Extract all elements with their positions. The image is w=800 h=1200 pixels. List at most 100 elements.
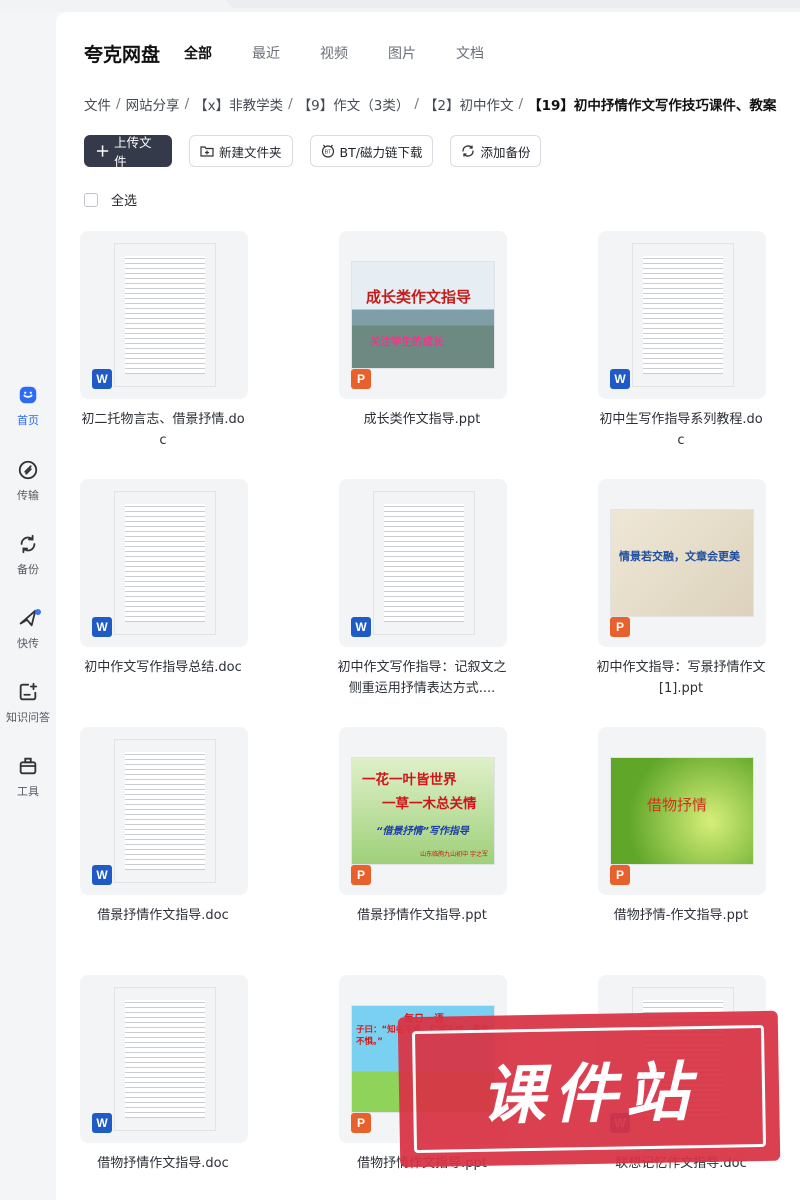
file-name[interactable]: 借物抒情-作文指导.ppt — [596, 905, 766, 926]
file-thumbnail[interactable]: W — [339, 479, 507, 647]
tab-recent[interactable]: 最近 — [252, 43, 280, 63]
file-card[interactable]: 情景若交融，文章会更美 P 初中作文指导：写景抒情作文[1].ppt — [596, 479, 766, 699]
bt-magnet-download-button[interactable]: BT BT/磁力链下载 — [309, 135, 434, 167]
svg-text:BT: BT — [324, 150, 330, 156]
knowledge-qa-icon — [19, 682, 38, 701]
file-card[interactable]: W 初中生写作指导系列教程.doc — [598, 231, 766, 451]
file-name[interactable]: 借物抒情作文指导.doc — [78, 1153, 248, 1174]
file-thumbnail[interactable]: W — [598, 231, 766, 399]
select-all-checkbox[interactable] — [84, 192, 98, 207]
breadcrumb-item[interactable]: 【9】作文（3类） — [298, 94, 410, 114]
sidebar-item-knowledge-qa[interactable]: 知识问答 — [0, 681, 56, 741]
file-card[interactable]: W 初二托物言志、借景抒情.doc — [80, 231, 248, 451]
file-name[interactable]: 初中作文指导：写景抒情作文[1].ppt — [596, 657, 766, 699]
ppt-file-icon: P — [351, 865, 371, 885]
file-name[interactable]: 成长类作文指导.ppt — [337, 409, 507, 430]
file-thumbnail[interactable]: 借物抒情 P — [598, 727, 766, 895]
file-thumbnail[interactable]: W — [80, 727, 248, 895]
file-card[interactable]: W 借物抒情作文指导.doc — [80, 975, 248, 1174]
sidebar-item-tools[interactable]: 工具 — [0, 755, 56, 815]
document-preview — [114, 987, 216, 1131]
file-thumbnail[interactable]: 一花一叶皆世界 一草一木总关情 “借景抒情”写作指导 山东临朐九山初中 宇之军 … — [339, 727, 507, 895]
slide-subtitle: “借景抒情”写作指导 — [376, 826, 469, 837]
tab-all[interactable]: 全部 — [184, 43, 212, 63]
file-name[interactable]: 初中作文写作指导总结.doc — [78, 657, 248, 678]
file-name[interactable]: 初中生写作指导系列教程.doc — [596, 409, 766, 451]
slide-line: 一花一叶皆世界 — [362, 772, 457, 788]
sidebar-item-quick-send[interactable]: 快传 — [0, 607, 56, 667]
ppt-file-icon: P — [351, 369, 371, 389]
new-folder-label: 新建文件夹 — [219, 144, 282, 160]
select-all[interactable]: 全选 — [84, 190, 137, 209]
sidebar-item-transfer[interactable]: 传输 — [0, 459, 56, 519]
word-file-icon: W — [92, 617, 112, 637]
file-card[interactable]: W 借景抒情作文指导.doc — [80, 727, 248, 926]
file-name[interactable]: 初中作文写作指导：记叙文之侧重运用抒情表达方式.... — [337, 657, 507, 699]
tab-document[interactable]: 文档 — [456, 43, 484, 63]
slide-preview: 一花一叶皆世界 一草一木总关情 “借景抒情”写作指导 山东临朐九山初中 宇之军 — [351, 757, 495, 865]
category-tabs: 全部 最近 视频 图片 文档 — [184, 43, 524, 63]
breadcrumb-separator: / — [518, 96, 524, 112]
bt-icon: BT — [321, 144, 334, 158]
breadcrumb: 文件 / 网站分享 / 【x】非教学类 / 【9】作文（3类） / 【2】初中作… — [84, 94, 776, 114]
document-preview — [632, 243, 734, 387]
sidebar-item-home[interactable]: 首页 — [0, 384, 56, 444]
word-file-icon: W — [351, 617, 371, 637]
tab-image[interactable]: 图片 — [388, 43, 416, 63]
breadcrumb-separator: / — [414, 96, 419, 112]
tab-video[interactable]: 视频 — [320, 43, 348, 63]
file-card[interactable]: W 初中作文写作指导：记叙文之侧重运用抒情表达方式.... — [337, 479, 507, 699]
breadcrumb-item[interactable]: 【x】非教学类 — [194, 94, 283, 114]
sync-icon — [462, 145, 475, 157]
document-preview — [114, 491, 216, 635]
window-top-bar — [0, 0, 800, 12]
slide-footer: 山东临朐九山初中 宇之军 — [420, 851, 488, 858]
file-thumbnail[interactable]: W — [80, 479, 248, 647]
file-thumbnail[interactable]: 成长类作文指导 关注学生的成长 P — [339, 231, 507, 399]
word-file-icon: W — [610, 369, 630, 389]
document-preview — [114, 243, 216, 387]
breadcrumb-separator: / — [116, 96, 121, 112]
bt-magnet-download-label: BT/磁力链下载 — [339, 144, 423, 160]
sidebar-item-label: 快传 — [17, 637, 39, 650]
breadcrumb-item[interactable]: 文件 — [84, 94, 111, 114]
global-search-bar[interactable] — [226, 0, 800, 8]
file-card[interactable]: 借物抒情 P 借物抒情-作文指导.ppt — [598, 727, 766, 926]
sidebar-item-label: 首页 — [17, 414, 39, 427]
slide-subtitle: 关注学生的成长 — [370, 336, 444, 348]
brand-logo-text: 夸克网盘 — [84, 44, 161, 66]
file-name[interactable]: 初二托物言志、借景抒情.doc — [78, 409, 248, 451]
breadcrumb-separator: / — [184, 96, 190, 112]
watermark-frame: 课件站 — [411, 1024, 767, 1154]
document-preview — [114, 739, 216, 883]
slide-title: 借物抒情 — [647, 796, 708, 814]
file-card[interactable]: 成长类作文指导 关注学生的成长 P 成长类作文指导.ppt — [339, 231, 507, 430]
sidebar: 首页 传输 备份 快传 知识问答 工具 — [0, 12, 56, 1200]
upload-file-button[interactable]: 上传文件 — [84, 135, 172, 169]
file-thumbnail[interactable]: W — [80, 975, 248, 1143]
sidebar-item-label: 传输 — [17, 489, 39, 502]
ppt-file-icon: P — [610, 865, 630, 885]
file-name[interactable]: 借景抒情作文指导.doc — [78, 905, 248, 926]
slide-preview: 成长类作文指导 关注学生的成长 — [351, 261, 495, 369]
file-thumbnail[interactable]: 情景若交融，文章会更美 P — [598, 479, 766, 647]
watermark-stamp: 课件站 — [397, 1010, 781, 1168]
sidebar-item-backup[interactable]: 备份 — [0, 533, 56, 593]
add-backup-label: 添加备份 — [480, 144, 531, 160]
notification-dot — [35, 609, 41, 615]
breadcrumb-current: 【19】初中抒情作文写作技巧课件、教案 — [528, 98, 777, 114]
sidebar-item-label: 工具 — [17, 785, 39, 798]
breadcrumb-item[interactable]: 【2】初中作文 — [424, 94, 514, 114]
file-card[interactable]: W 初中作文写作指导总结.doc — [80, 479, 248, 678]
add-backup-button[interactable]: 添加备份 — [450, 135, 542, 167]
new-folder-button[interactable]: 新建文件夹 — [189, 135, 293, 167]
tools-icon — [19, 757, 37, 775]
sidebar-item-label: 备份 — [17, 563, 39, 576]
select-all-label: 全选 — [111, 194, 138, 209]
file-name[interactable]: 借景抒情作文指导.ppt — [337, 905, 507, 926]
plus-icon — [96, 145, 109, 157]
ppt-file-icon: P — [351, 1113, 371, 1133]
file-card[interactable]: 一花一叶皆世界 一草一木总关情 “借景抒情”写作指导 山东临朐九山初中 宇之军 … — [339, 727, 507, 926]
breadcrumb-item[interactable]: 网站分享 — [126, 94, 180, 114]
file-thumbnail[interactable]: W — [80, 231, 248, 399]
